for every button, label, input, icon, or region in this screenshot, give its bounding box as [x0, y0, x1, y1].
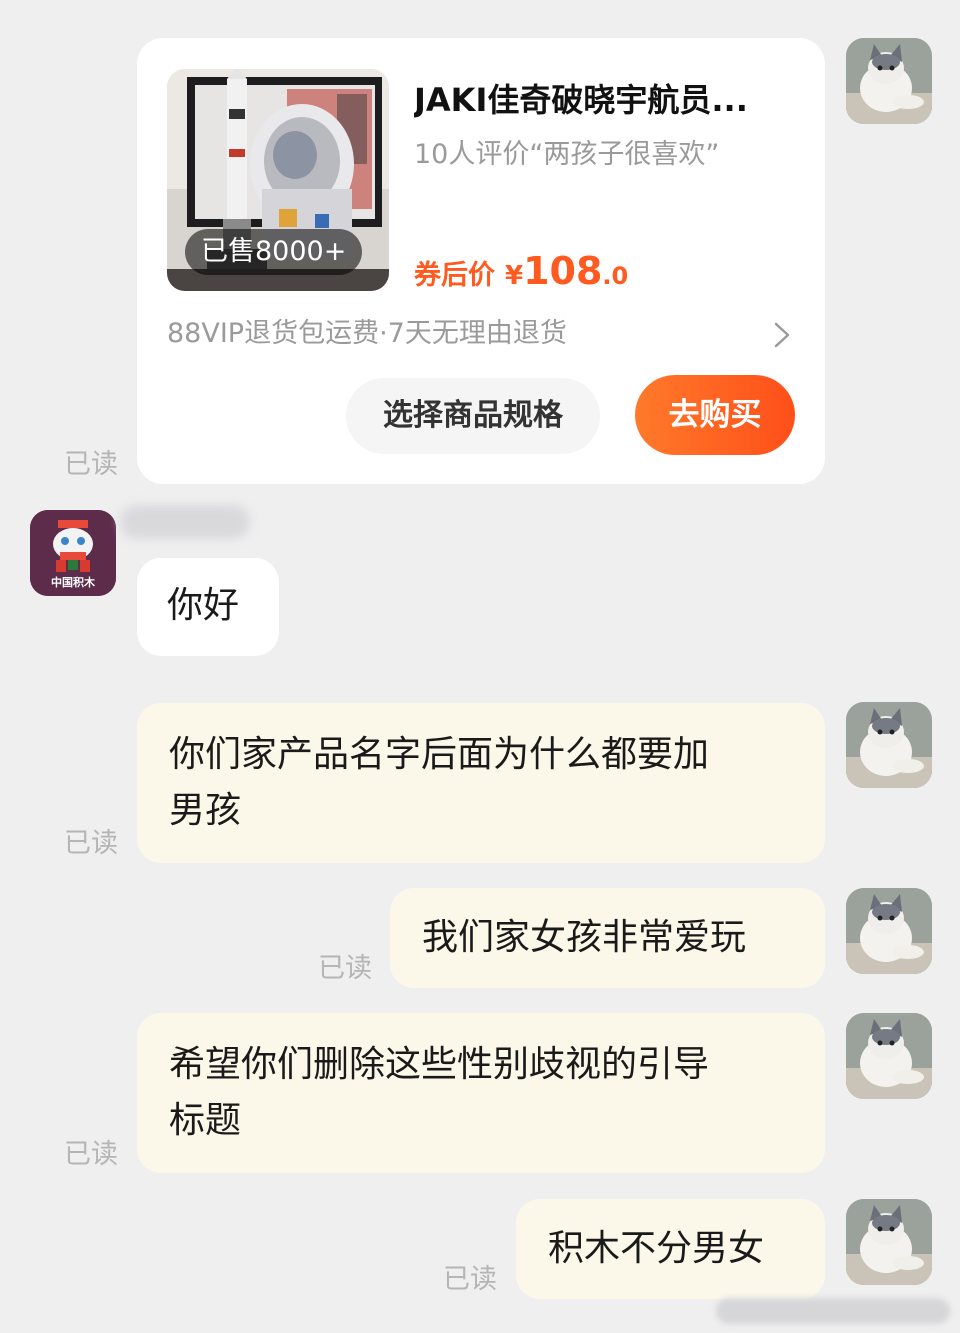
read-status: 已读: [318, 953, 372, 984]
buy-button[interactable]: 去购买: [635, 375, 795, 455]
price-label: 券后价: [414, 260, 495, 291]
user-avatar[interactable]: [846, 38, 932, 124]
read-status: 已读: [443, 1264, 497, 1295]
read-status: 已读: [64, 449, 118, 480]
product-price: 券后价 ¥108.0: [414, 248, 628, 302]
message-text: 我们家女孩非常爱玩: [422, 917, 747, 958]
product-thumbnail[interactable]: 已售8000+: [167, 69, 389, 291]
chevron-right-icon[interactable]: [769, 320, 795, 350]
service-guarantee[interactable]: 88VIP退货包运费·7天无理由退货: [167, 314, 567, 354]
read-status: 已读: [64, 828, 118, 859]
product-card[interactable]: 已售8000+ JAKI佳奇破晓宇航员... 10人评价“两孩子很喜欢” 券后价…: [137, 38, 825, 484]
message-bubble-self[interactable]: 你们家产品名字后面为什么都要加 男孩: [137, 703, 825, 863]
cat-avatar-icon: [846, 888, 932, 974]
watermark-blurred: [716, 1298, 950, 1324]
sold-count-badge: 已售8000+: [185, 229, 363, 275]
price-integer: 108: [523, 249, 603, 293]
user-avatar[interactable]: [846, 888, 932, 974]
cat-avatar-icon: [846, 1013, 932, 1099]
cat-avatar-icon: [846, 1199, 932, 1285]
price-currency: ¥: [505, 261, 524, 291]
product-title[interactable]: JAKI佳奇破晓宇航员...: [414, 78, 799, 122]
message-text-line2: 标题: [169, 1100, 242, 1141]
product-review-summary: 10人评价“两孩子很喜欢”: [414, 139, 720, 170]
message-text-line2: 男孩: [169, 790, 242, 831]
message-text-line1: 你们家产品名字后面为什么都要加: [169, 734, 710, 775]
message-bubble-self[interactable]: 我们家女孩非常爱玩: [390, 888, 825, 988]
read-status: 已读: [64, 1139, 118, 1170]
select-spec-button[interactable]: 选择商品规格: [346, 378, 600, 454]
shop-avatar[interactable]: 中国积木: [30, 510, 116, 596]
message-bubble-self[interactable]: 希望你们删除这些性别歧视的引导 标题: [137, 1013, 825, 1173]
price-decimal: .0: [602, 262, 629, 290]
shop-avatar-label: 中国积木: [51, 576, 95, 589]
cat-avatar-icon: [846, 702, 932, 788]
message-bubble-self[interactable]: 积木不分男女: [516, 1199, 825, 1299]
message-text: 你好: [167, 585, 240, 626]
message-text-line1: 希望你们删除这些性别歧视的引导: [169, 1044, 710, 1085]
user-avatar[interactable]: [846, 1199, 932, 1285]
message-text: 积木不分男女: [548, 1228, 765, 1269]
shop-name-blurred: [120, 505, 250, 539]
message-bubble-shop[interactable]: 你好: [137, 558, 279, 656]
cat-avatar-icon: [846, 38, 932, 124]
user-avatar[interactable]: [846, 702, 932, 788]
user-avatar[interactable]: [846, 1013, 932, 1099]
